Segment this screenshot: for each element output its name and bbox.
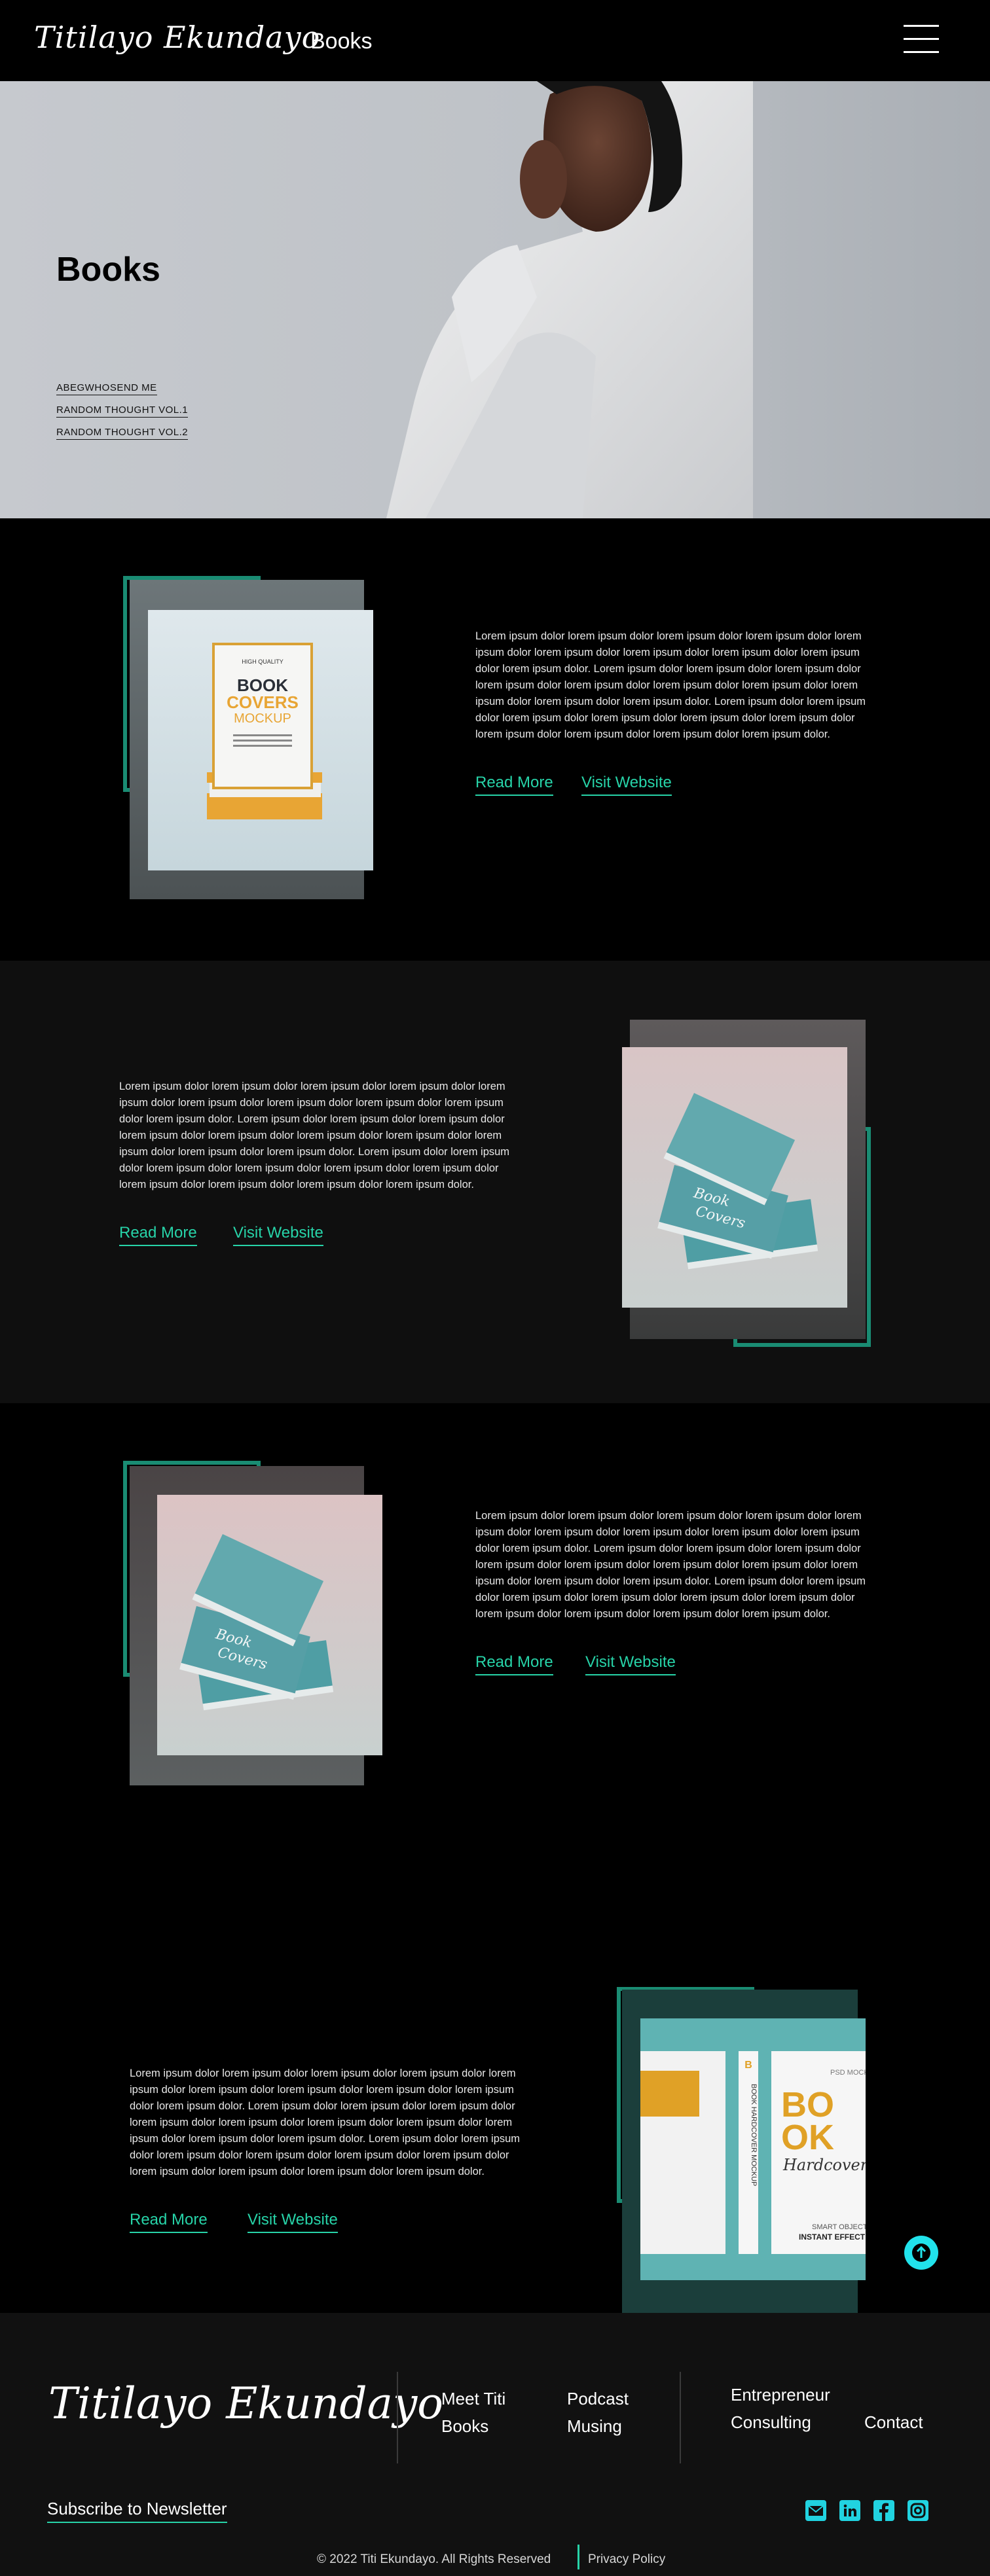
visit-website-link[interactable]: Visit Website (233, 1224, 323, 1246)
privacy-policy-link[interactable]: Privacy Policy (588, 2552, 665, 2567)
cover-text-covers: COVERS (227, 692, 299, 712)
cover-text-smart-object: SMART OBJECT (812, 2223, 866, 2231)
footer-divider (680, 2372, 681, 2463)
read-more-link[interactable]: Read More (130, 2211, 208, 2233)
book-mockup-graphic: Book Covers (179, 1534, 334, 1711)
subscribe-newsletter-link[interactable]: Subscribe to Newsletter (47, 2499, 227, 2523)
hamburger-menu-icon[interactable] (904, 25, 939, 54)
hero-link-abegwhosend-me[interactable]: ABEGWHOSEND ME (56, 382, 157, 395)
spine-text: BOOK HARDCOVER MOCKUP (750, 2084, 758, 2186)
cover-text-ok: OK (781, 2118, 834, 2157)
book-cover-image-4[interactable]: B BOOK HARDCOVER MOCKUP PSD MOCKUP BO OK… (640, 2018, 866, 2280)
spine-letter: B (744, 2060, 752, 2071)
footer-link-musing[interactable]: Musing (567, 2416, 622, 2437)
site-logo[interactable]: Titilayo Ekundayo (34, 20, 320, 55)
book-mockup-graphic: B BOOK HARDCOVER MOCKUP PSD MOCKUP BO OK… (640, 2051, 866, 2254)
book-mockup-graphic: Book Covers (657, 1093, 818, 1270)
book-cover-image-3[interactable]: Book Covers (157, 1495, 382, 1755)
nav-page-title[interactable]: Books (310, 29, 373, 54)
footer-link-podcast[interactable]: Podcast (567, 2389, 629, 2409)
hero-banner: Books ABEGWHOSEND ME RANDOM THOUGHT VOL.… (0, 81, 990, 518)
book-description: Lorem ipsum dolor lorem ipsum dolor lore… (475, 630, 866, 740)
hero-title: Books (56, 251, 160, 289)
hero-portrait-image (386, 81, 753, 518)
book-description: Lorem ipsum dolor lorem ipsum dolor lore… (119, 1081, 510, 1190)
visit-website-link[interactable]: Visit Website (248, 2211, 338, 2233)
cover-text-high-quality: HIGH QUALITY (242, 658, 284, 665)
hero-link-random-thought-vol2[interactable]: RANDOM THOUGHT VOL.2 (56, 427, 189, 440)
instagram-icon[interactable] (908, 2500, 928, 2521)
footer-divider (397, 2372, 398, 2463)
read-more-link[interactable]: Read More (475, 774, 553, 796)
footer-link-meet-titi[interactable]: Meet Titi (441, 2389, 505, 2409)
book-cover-image-1[interactable]: HIGH QUALITY BOOK COVERS MOCKUP (148, 610, 373, 870)
book-section-4: Lorem ipsum dolor lorem ipsum dolor lore… (0, 1855, 990, 2313)
cover-text-instant-effect: INSTANT EFFECT (799, 2232, 866, 2242)
cover-text-hardcover: Hardcover (782, 2156, 866, 2174)
footer-link-books[interactable]: Books (441, 2416, 488, 2437)
footer-link-entrepreneur[interactable]: Entrepreneur (731, 2385, 830, 2405)
footer-logo[interactable]: Titilayo Ekundayo (48, 2378, 443, 2429)
cover-text-psd-mockup: PSD MOCKUP (830, 2069, 866, 2077)
book-section-1: HIGH QUALITY BOOK COVERS MOCKUP Lorem ip… (0, 518, 990, 961)
book-section-3: Book Covers Lorem ipsum dolor lorem ipsu… (0, 1403, 990, 1855)
read-more-link[interactable]: Read More (475, 1653, 553, 1675)
book-cover-image-2[interactable]: Book Covers (622, 1047, 847, 1308)
facebook-icon[interactable] (873, 2500, 894, 2521)
visit-website-link[interactable]: Visit Website (581, 774, 672, 796)
footer-link-contact[interactable]: Contact (864, 2412, 923, 2433)
book-section-2: Lorem ipsum dolor lorem ipsum dolor lore… (0, 961, 990, 1403)
book-mockup-graphic: HIGH QUALITY BOOK COVERS MOCKUP (207, 643, 322, 819)
book-description: Lorem ipsum dolor lorem ipsum dolor lore… (475, 1510, 866, 1620)
footer-link-consulting[interactable]: Consulting (731, 2412, 811, 2433)
cover-text-mockup: MOCKUP (234, 711, 291, 726)
back-to-top-button[interactable] (904, 2236, 938, 2270)
site-footer: Titilayo Ekundayo Meet Titi Books Podcas… (0, 2313, 990, 2576)
mail-icon[interactable] (805, 2500, 826, 2521)
read-more-link[interactable]: Read More (119, 1224, 197, 1246)
book-description: Lorem ipsum dolor lorem ipsum dolor lore… (130, 2067, 521, 2177)
visit-website-link[interactable]: Visit Website (585, 1653, 676, 1675)
arrow-up-icon (912, 2244, 930, 2262)
copyright-separator (578, 2545, 579, 2569)
linkedin-icon[interactable] (839, 2500, 860, 2521)
copyright-text: © 2022 Titi Ekundayo. All Rights Reserve… (317, 2552, 551, 2566)
hero-link-random-thought-vol1[interactable]: RANDOM THOUGHT VOL.1 (56, 404, 189, 418)
site-header: Titilayo Ekundayo Books (0, 0, 990, 81)
